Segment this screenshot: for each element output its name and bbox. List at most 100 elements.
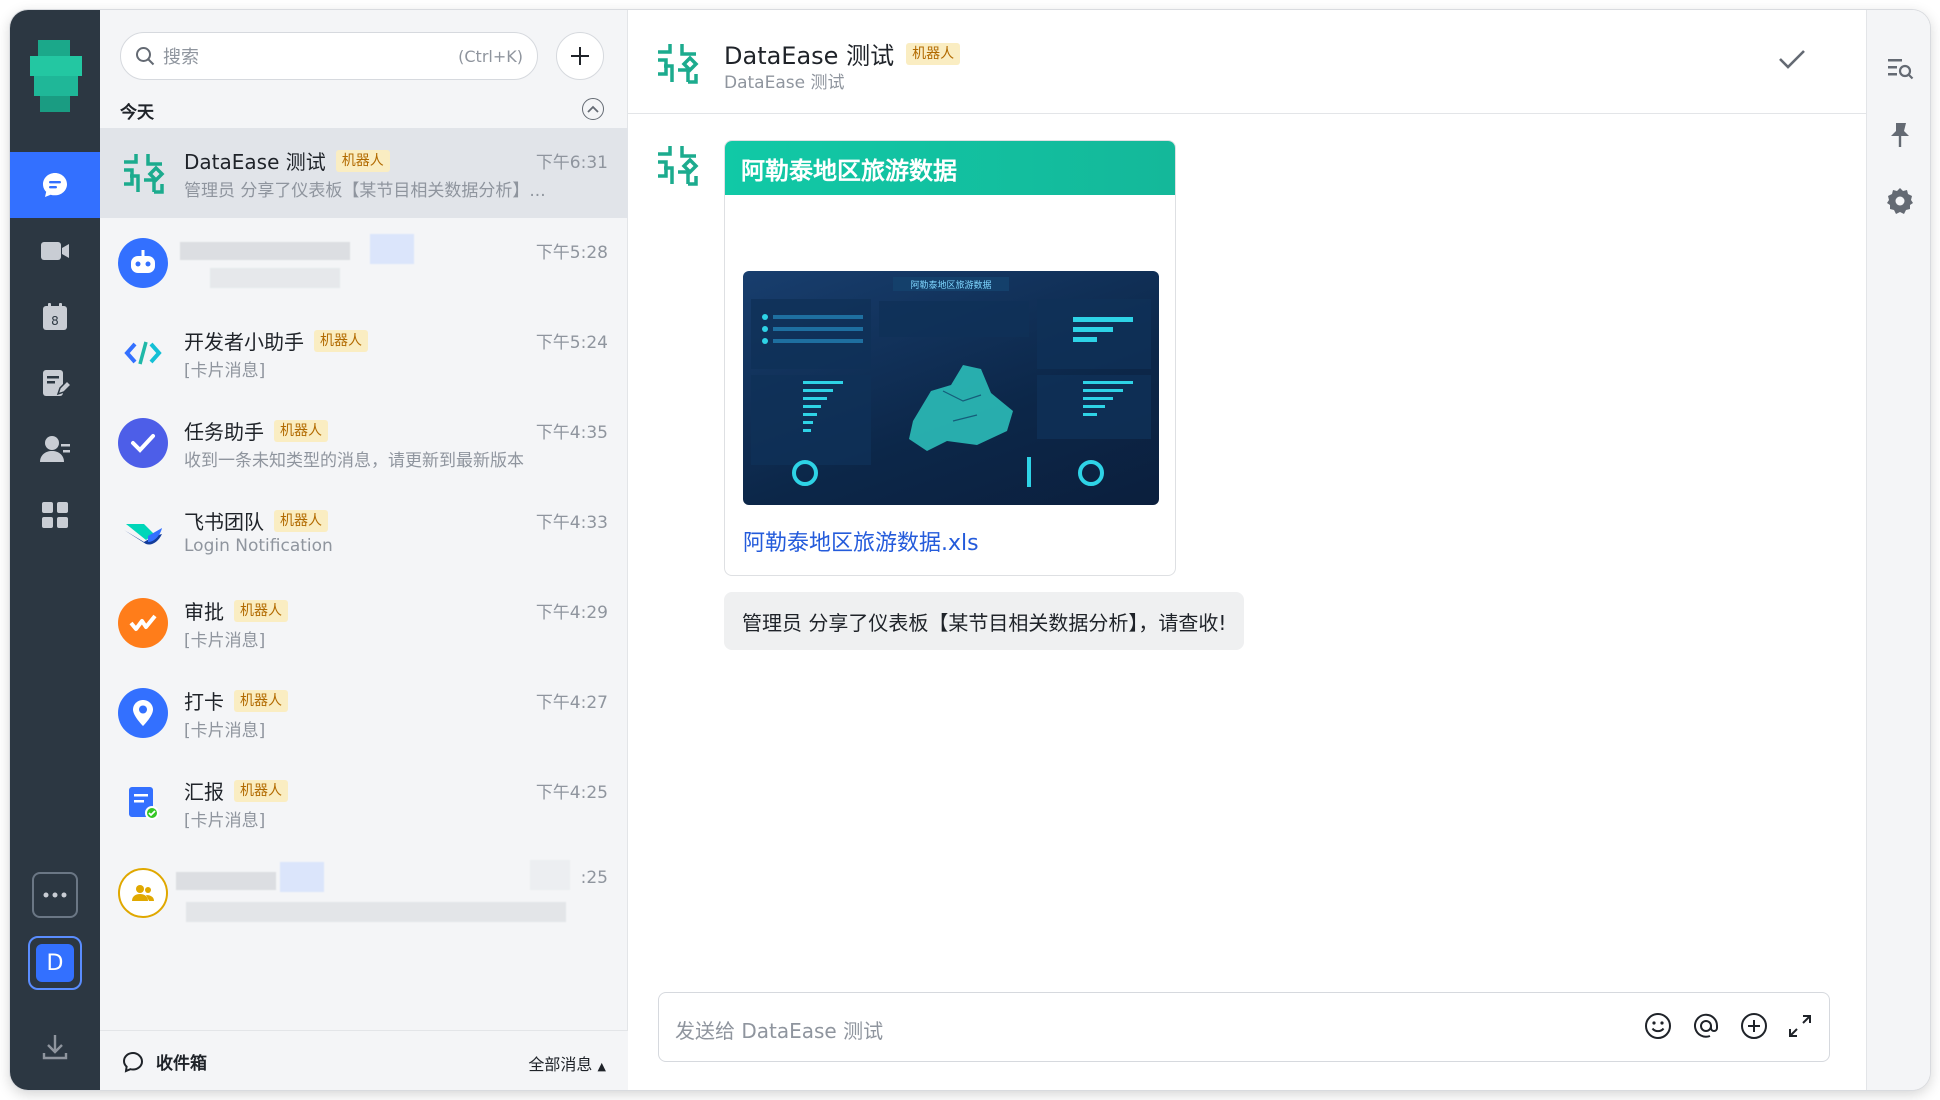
bot-badge: 机器人	[335, 149, 390, 172]
redacted-badge	[370, 234, 414, 264]
emoji-button[interactable]	[1643, 1011, 1673, 1045]
bot-badge: 机器人	[906, 42, 961, 65]
attachment-link[interactable]: 阿勒泰地区旅游数据.xls	[743, 525, 979, 557]
chat-preview: Login Notification	[184, 536, 333, 556]
section-today: 今天	[120, 103, 154, 123]
chat-list-footer: 收件箱 全部消息 ▲	[100, 1030, 628, 1090]
user-avatar-button[interactable]: D	[28, 936, 82, 990]
chat-time: 下午4:27	[535, 693, 608, 713]
nav-rail: 8 D	[10, 10, 100, 1090]
redacted-preview	[186, 902, 566, 922]
more-dots-icon	[43, 892, 67, 898]
expand-icon	[1789, 1015, 1811, 1037]
inbox-label: 收件箱	[156, 1054, 207, 1074]
attach-plus-button[interactable]	[1739, 1011, 1769, 1045]
nav-messages[interactable]	[10, 152, 100, 218]
chat-item-dataease[interactable]: DataEase 测试 机器人 下午6:31 管理员 分享了仪表板【某节目相关数据…	[100, 128, 628, 218]
dataease-logo-icon	[658, 146, 699, 186]
chat-time: 下午4:33	[535, 513, 608, 533]
mark-done-button[interactable]	[1778, 48, 1806, 74]
chat-time: :25	[580, 868, 608, 888]
chat-name: 审批	[184, 600, 224, 624]
chat-preview: [卡片消息]	[184, 631, 266, 651]
code-brackets-icon	[118, 328, 168, 378]
expand-composer-button[interactable]	[1787, 1013, 1813, 1043]
search-box[interactable]: 搜索 (Ctrl+K)	[120, 32, 538, 80]
chat-item-checkin[interactable]: 打卡 机器人 下午4:27 [卡片消息]	[100, 668, 628, 758]
chat-item-task-assistant[interactable]: 任务助手 机器人 下午4:35 收到一条未知类型的消息，请更新到最新版本	[100, 398, 628, 488]
svg-text:8: 8	[51, 314, 59, 328]
nav-video-meetings[interactable]	[10, 218, 100, 284]
chat-item-report[interactable]: 汇报 机器人 下午4:25 [卡片消息]	[100, 758, 628, 848]
chat-preview: 管理员 分享了仪表板【某节目相关数据分析】...	[184, 181, 546, 201]
nav-docs[interactable]	[10, 350, 100, 416]
pin-button[interactable]	[1885, 120, 1915, 150]
download-button[interactable]	[10, 1014, 100, 1080]
location-pin-icon	[118, 688, 168, 738]
bot-badge: 机器人	[234, 689, 288, 712]
chat-preview: [卡片消息]	[184, 361, 266, 381]
inbox-button[interactable]: 收件箱	[122, 1049, 207, 1074]
more-apps-button[interactable]	[32, 872, 78, 918]
settings-button[interactable]	[1885, 186, 1915, 216]
chat-name: 任务助手	[184, 420, 264, 444]
all-messages-filter[interactable]: 全部消息 ▲	[528, 1051, 606, 1075]
chat-preview: [卡片消息]	[184, 811, 266, 831]
nav-contacts[interactable]	[10, 416, 100, 482]
chat-panel: DataEase 测试 机器人 DataEase 测试 阿勒泰地区旅游数据 阿勒泰…	[628, 10, 1866, 1090]
robot-icon	[118, 238, 168, 288]
org-avatar[interactable]	[30, 40, 82, 112]
create-button[interactable]	[556, 32, 604, 80]
approval-icon	[118, 598, 168, 648]
chat-time: 下午5:24	[535, 333, 608, 353]
chat-item-feishu-team[interactable]: 飞书团队 机器人 下午4:33 Login Notification	[100, 488, 628, 578]
chat-time: 下午4:25	[535, 783, 608, 803]
search-placeholder: 搜索	[163, 47, 199, 68]
inbox-chat-icon	[122, 1051, 144, 1073]
redacted-name	[176, 872, 276, 890]
message-composer[interactable]: 发送给 DataEase 测试	[658, 992, 1830, 1062]
search-history-button[interactable]	[1885, 54, 1915, 84]
bot-badge: 机器人	[234, 779, 288, 802]
redacted-name	[180, 242, 350, 260]
message-bubble[interactable]: 管理员 分享了仪表板【某节目相关数据分析】，请查收!	[724, 592, 1245, 650]
caret-up-icon: ▲	[597, 1060, 606, 1073]
task-check-icon	[118, 418, 168, 468]
mention-button[interactable]	[1691, 1011, 1721, 1045]
checkmark-icon	[1779, 50, 1805, 69]
dataease-logo-icon	[652, 38, 702, 92]
chat-item-approval[interactable]: 审批 机器人 下午4:29 [卡片消息]	[100, 578, 628, 668]
chat-name: 打卡	[184, 690, 224, 714]
collapse-section-button[interactable]	[582, 98, 604, 120]
nav-workplace[interactable]	[10, 482, 100, 548]
chat-item-redacted-2[interactable]: :25	[100, 848, 628, 938]
calendar-icon: 8	[43, 303, 67, 330]
chat-time: 下午5:28	[535, 243, 608, 263]
chat-time: 下午4:29	[535, 603, 608, 623]
feishu-logo-icon	[118, 508, 168, 558]
chat-item-developer-assistant[interactable]: 开发者小助手 机器人 下午5:24 [卡片消息]	[100, 308, 628, 398]
chat-preview: [卡片消息]	[184, 721, 266, 741]
chat-name: 开发者小助手	[184, 330, 304, 354]
chat-subtitle: DataEase 测试	[724, 73, 845, 93]
bot-badge: 机器人	[274, 509, 328, 532]
chat-time: 下午6:31	[535, 153, 608, 173]
chat-name: 飞书团队	[184, 510, 264, 534]
chat-title[interactable]: DataEase 测试	[724, 36, 894, 71]
dashboard-preview-title: 阿勒泰地区旅游数据	[910, 279, 991, 291]
search-list-icon	[1888, 59, 1914, 80]
chat-preview: 收到一条未知类型的消息，请更新到最新版本	[184, 451, 524, 471]
dashboard-preview-image[interactable]: 阿勒泰地区旅游数据	[743, 271, 1159, 505]
dashboard-card[interactable]: 阿勒泰地区旅游数据 阿勒泰地区旅游数据 阿勒泰地区旅游数据.xls	[724, 140, 1176, 576]
sender-avatar[interactable]	[652, 140, 702, 194]
nav-calendar[interactable]: 8	[10, 284, 100, 350]
card-header: 阿勒泰地区旅游数据	[725, 141, 1175, 195]
chat-item-redacted-1[interactable]: 下午5:28	[100, 218, 628, 308]
chat-header: DataEase 测试 机器人 DataEase 测试	[628, 10, 1866, 114]
dataease-logo-icon	[118, 148, 168, 198]
contacts-icon	[40, 436, 70, 462]
chat-list-panel: 搜索 (Ctrl+K) 今天 DataEase 测试 机器人 下午6:31 管理员…	[100, 10, 628, 1090]
plus-circle-icon	[1741, 1013, 1767, 1039]
chat-list: DataEase 测试 机器人 下午6:31 管理员 分享了仪表板【某节目相关数据…	[100, 128, 628, 938]
report-doc-icon	[118, 778, 168, 828]
